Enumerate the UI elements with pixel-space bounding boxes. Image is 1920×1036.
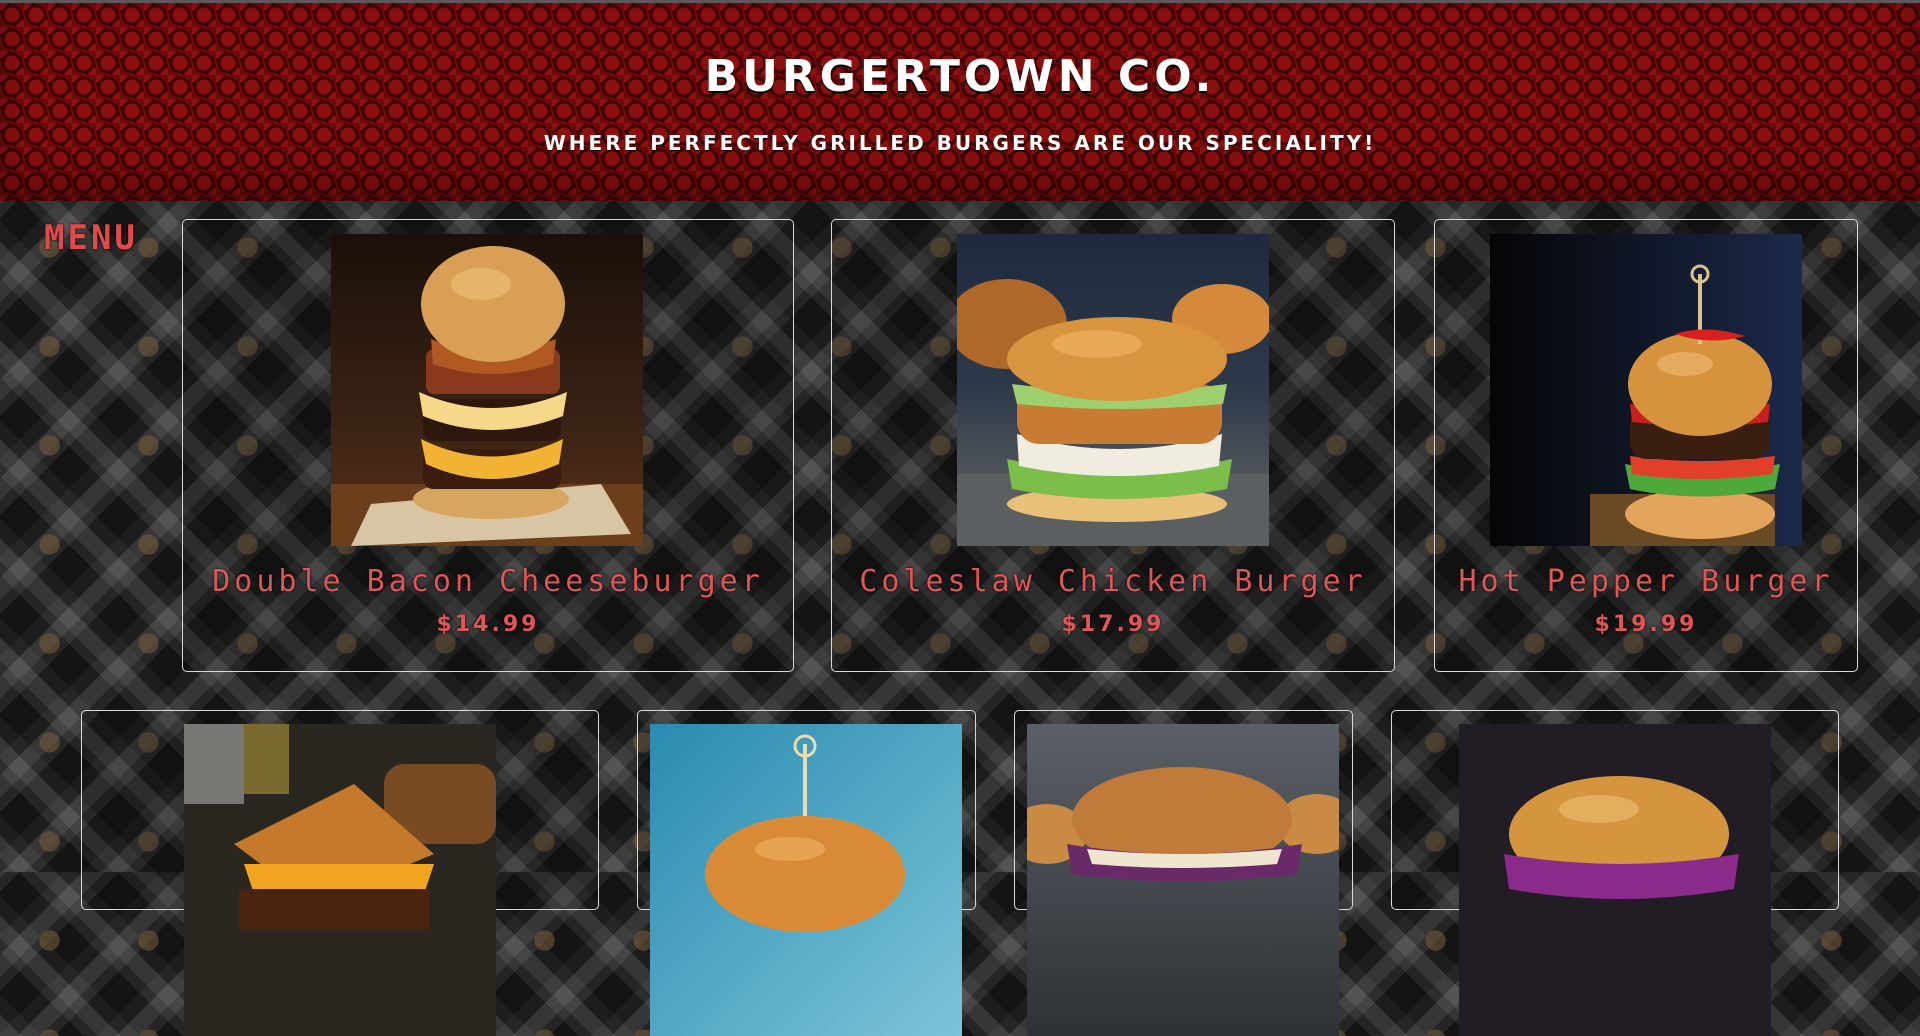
menu-card-double-bacon-cheeseburger[interactable]: Double Bacon Cheeseburger $14.99 xyxy=(182,219,794,672)
menu-heading: MENU xyxy=(44,218,138,258)
grilled-cheese-sandwich-photo xyxy=(184,724,496,1036)
item-name: Double Bacon Cheeseburger xyxy=(212,564,764,599)
menu-card-grilled-cheese[interactable] xyxy=(81,710,599,1036)
item-name: Hot Pepper Burger xyxy=(1458,564,1834,599)
item-price: $17.99 xyxy=(1061,612,1165,637)
red-cabbage-burger-photo xyxy=(1459,724,1771,1036)
site-title: BURGERTOWN CO. xyxy=(704,51,1216,102)
site-tagline: WHERE PERFECTLY GRILLED BURGERS ARE OUR … xyxy=(543,131,1377,155)
menu-card-skewered-burger[interactable] xyxy=(637,710,976,1036)
menu-card-hot-pepper-burger[interactable]: Hot Pepper Burger $19.99 xyxy=(1434,219,1858,672)
skewered-burger-photo xyxy=(650,724,962,1036)
menu-card-red-cabbage-burger[interactable] xyxy=(1391,710,1839,1036)
coleslaw-chicken-burger-photo xyxy=(957,234,1269,546)
onion-burger-photo xyxy=(1027,724,1339,1036)
item-price: $19.99 xyxy=(1594,612,1698,637)
double-bacon-cheeseburger-photo xyxy=(331,234,643,546)
item-name: Coleslaw Chicken Burger xyxy=(859,564,1367,599)
site-header: BURGERTOWN CO. WHERE PERFECTLY GRILLED B… xyxy=(0,3,1920,201)
menu-card-onion-burger[interactable] xyxy=(1014,710,1353,1036)
menu-card-coleslaw-chicken-burger[interactable]: Coleslaw Chicken Burger $17.99 xyxy=(831,219,1395,672)
hot-pepper-burger-photo xyxy=(1490,234,1802,546)
item-price: $14.99 xyxy=(436,612,540,637)
